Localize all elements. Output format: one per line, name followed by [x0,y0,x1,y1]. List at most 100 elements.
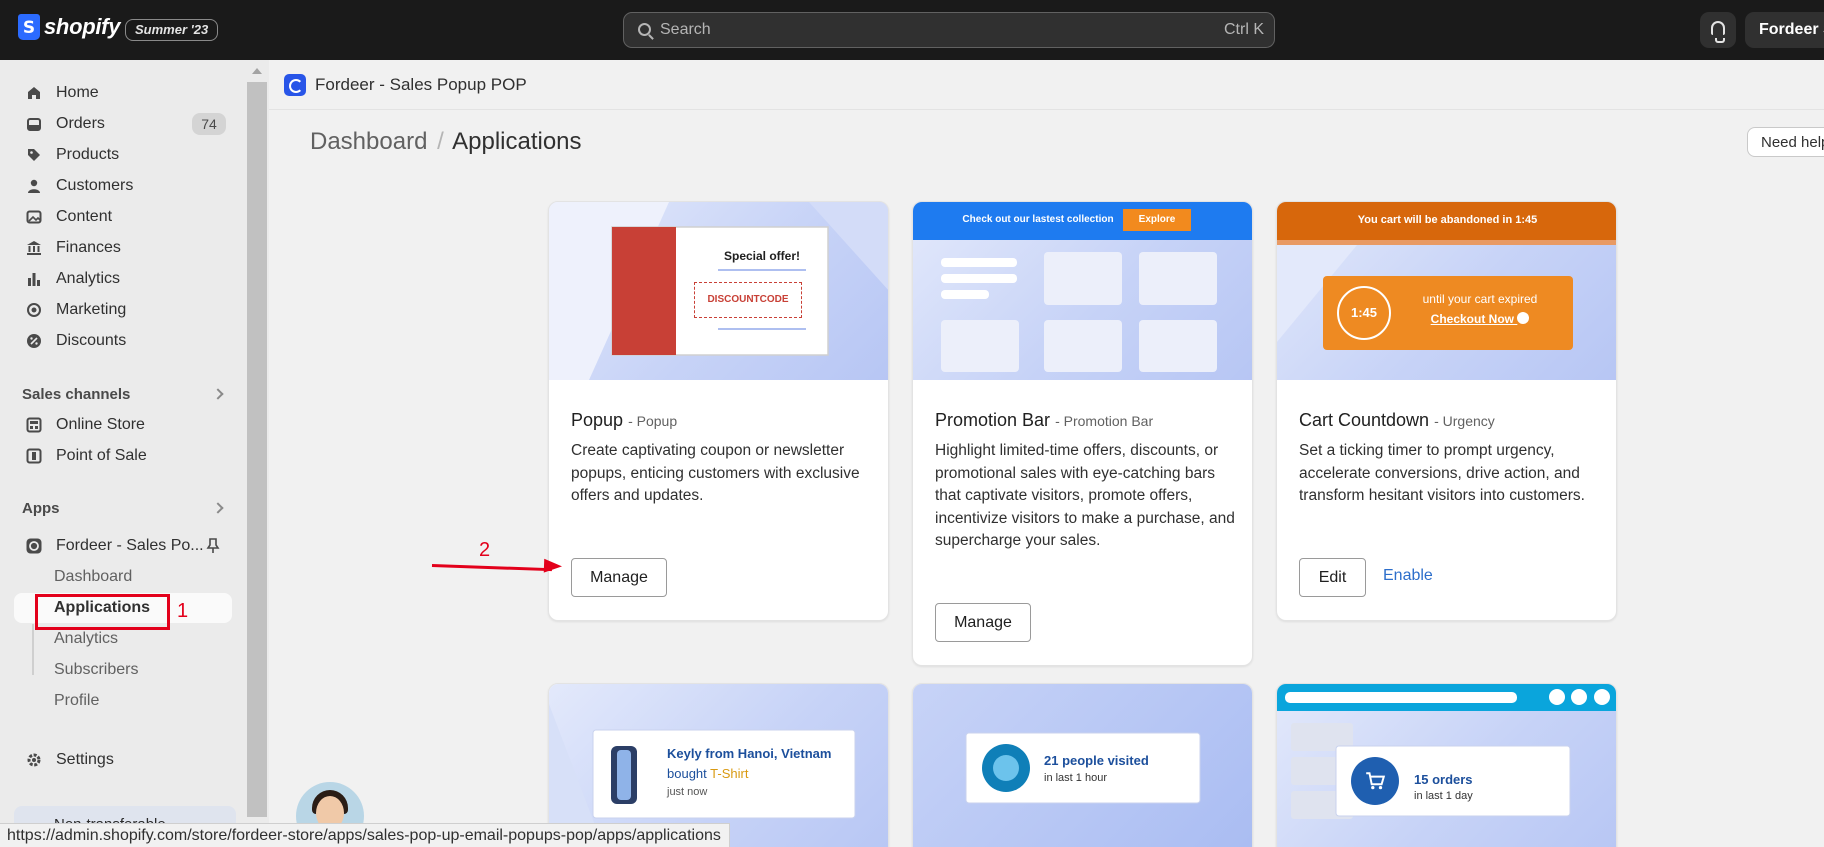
image-icon [26,210,42,224]
shopify-bag-icon: S [18,14,40,40]
annotation-marker-1: 1 [177,600,189,622]
popup-app-card: Special offer! DISCOUNTCODE Popup - Popu… [548,201,889,621]
scroll-up-arrow-icon[interactable] [252,68,262,74]
sidebar-scrollbar[interactable] [245,60,269,847]
sidebar-subitem-dashboard[interactable]: Dashboard [14,562,232,592]
app-header: Fordeer - Sales Popup POP [269,60,1824,110]
gear-icon [27,753,41,767]
cart-countdown-illustration [1277,202,1616,350]
sidebar-item-point-of-sale[interactable]: Point of Sale [14,441,232,471]
home-icon [28,87,40,99]
sidebar-item-marketing[interactable]: Marketing [14,295,232,325]
countdown-checkout-link: Checkout Now [1405,312,1555,326]
sidebar-item-orders[interactable]: Orders 74 [14,109,232,139]
scrollbar-thumb[interactable] [247,82,267,817]
cart-countdown-enable-link[interactable]: Enable [1383,567,1433,585]
countdown-bar-text: You cart will be abandoned in 1:45 [1357,214,1538,226]
sales-channels-heading[interactable]: Sales channels [22,386,130,403]
bell-icon [1711,21,1725,43]
promotion-bar-manage-button[interactable]: Manage [935,603,1031,642]
page-title: Applications [452,128,582,155]
card-category-tag: - Promotion Bar [1055,413,1154,429]
order-count-illustration [1277,684,1616,819]
cart-countdown-edit-button[interactable]: Edit [1299,558,1366,597]
chevron-right-icon[interactable] [212,388,224,400]
shopify-logo[interactable]: S shopify [18,14,120,40]
edition-badge[interactable]: Summer '23 [125,19,219,41]
cart-countdown-app-card: You cart will be abandoned in 1:45 1:45 … [1276,201,1617,621]
chevron-right-icon[interactable] [212,502,224,514]
card-description: Set a ticking timer to prompt urgency, a… [1299,442,1585,504]
pin-icon[interactable] [206,538,220,554]
sidebar-item-finances[interactable]: Finances [14,233,232,263]
sidebar-item-label: Settings [56,751,114,768]
sidebar-item-fordeer-app[interactable]: Fordeer - Sales Po... [14,531,232,561]
sales-popup-product: T-Shirt [710,766,749,781]
fordeer-logo-icon [284,74,306,96]
visitor-count-headline: 21 people visited [1044,753,1149,768]
promotion-bar-banner-illustration: Check out our lastest collection Explore [913,202,1252,380]
annotation-marker-2: 2 [479,539,491,561]
promotion-bar-app-card: Check out our lastest collection Explore… [912,201,1253,666]
store-icon [26,417,42,433]
order-count-preview-card: 15 orders in last 1 day [1276,683,1617,847]
visitor-count-banner-illustration: 21 people visited in last 1 hour [913,684,1252,847]
apps-heading[interactable]: Apps [22,500,60,517]
top-bar: S shopify Summer '23 Search Ctrl K Forde… [0,0,1824,60]
sidebar-item-content[interactable]: Content [14,202,232,232]
visitor-count-sub: in last 1 hour [1044,772,1107,784]
decor-line [718,328,806,330]
cart-icon [1366,772,1386,790]
browser-status-url: https://admin.shopify.com/store/fordeer-… [0,823,730,847]
card-title-text: Promotion Bar [935,410,1051,430]
tag-icon [28,149,40,161]
sales-popup-verb: bought [667,766,707,781]
card-description: Highlight limited-time offers, discounts… [935,442,1235,549]
sidebar-item-label: Analytics [56,270,121,287]
search-shortcut: Ctrl K [1224,21,1264,38]
person-icon [28,179,40,193]
popup-banner-illustration: Special offer! DISCOUNTCODE [549,202,888,380]
breadcrumb-root-link[interactable]: Dashboard [310,128,427,155]
card-body: Popup - Popup Create captivating coupon … [571,410,871,508]
sidebar-item-discounts[interactable]: Discounts [14,326,232,356]
app-title: Fordeer - Sales Popup POP [315,75,527,94]
search-input[interactable]: Search Ctrl K [623,12,1275,48]
card-title: Promotion Bar - Promotion Bar [935,410,1235,431]
countdown-expire-text: until your cart expired [1422,292,1538,306]
sidebar-subitem-subscribers[interactable]: Subscribers [14,655,232,685]
countdown-timer: 1:45 [1350,305,1378,320]
card-title: Cart Countdown - Urgency [1299,410,1599,431]
need-help-button[interactable]: Need help [1747,127,1824,157]
highlight-box-applications [35,594,170,630]
sidebar-item-online-store[interactable]: Online Store [14,410,232,440]
sidebar-item-label: Finances [56,239,121,256]
search-placeholder: Search [660,21,711,38]
sidebar-item-label: Home [56,84,99,101]
sidebar-item-customers[interactable]: Customers [14,171,232,201]
sales-popup-buyer-name: Keyly from Hanoi, Vietnam [667,746,832,761]
sidebar-item-label: Customers [56,177,134,194]
promotion-bar-illustration [913,202,1252,372]
notifications-button[interactable] [1700,12,1736,48]
order-count-headline: 15 orders [1414,772,1473,787]
sidebar-item-analytics[interactable]: Analytics [14,264,232,294]
popup-manage-button[interactable]: Manage [571,558,667,597]
sidebar-item-home[interactable]: Home [14,78,232,108]
promo-explore-button: Explore [1138,214,1176,225]
sidebar-item-label: Point of Sale [56,447,147,464]
sidebar-item-products[interactable]: Products [14,140,232,170]
sidebar-item-label: Online Store [56,416,145,433]
card-title-text: Popup [571,410,624,430]
annotation-arrow-head-icon [543,558,563,574]
sidebar-subitem-profile[interactable]: Profile [14,686,232,716]
discount-icon [27,334,41,348]
store-menu-button[interactable]: Fordeer St [1745,12,1824,48]
sidebar-item-settings[interactable]: Settings [14,745,232,775]
cart-countdown-banner-illustration: You cart will be abandoned in 1:45 1:45 … [1277,202,1616,380]
orders-count-badge: 74 [192,113,226,135]
popup-discount-code: DISCOUNTCODE [694,282,802,318]
bar-chart-icon [28,273,40,286]
app-logo-icon [26,538,42,554]
promo-bar-text: Check out our lastest collection [962,214,1114,225]
